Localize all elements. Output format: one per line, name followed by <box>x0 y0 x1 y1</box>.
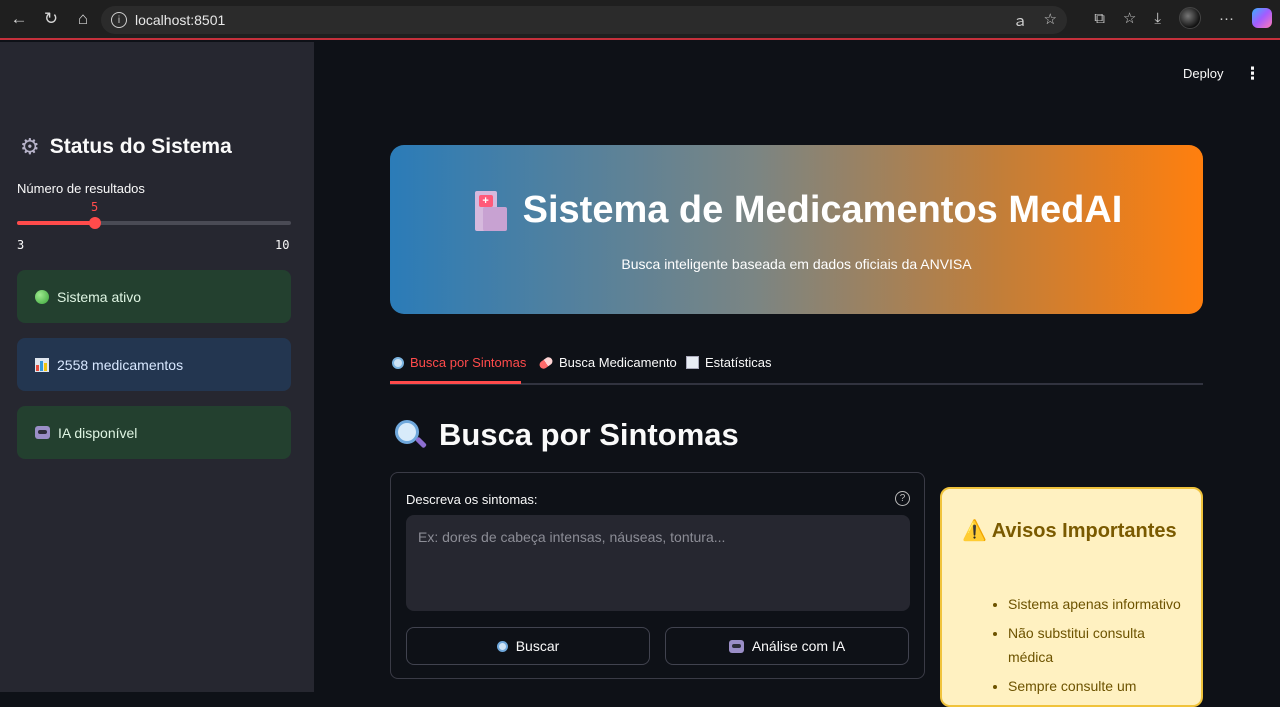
symptom-form: Descreva os sintomas: ? Buscar Análise c… <box>390 472 925 679</box>
hero-banner: + Sistema de Medicamentos MedAI Busca in… <box>390 145 1203 314</box>
slider-label: Número de resultados <box>17 181 145 196</box>
status-text: IA disponível <box>58 424 138 441</box>
tab-label: Busca Medicamento <box>559 355 677 370</box>
gear-icon: ⚙ <box>20 134 40 159</box>
magnifier-icon <box>392 356 404 369</box>
section-title-text: Busca por Sintomas <box>439 417 739 452</box>
tab-label: Estatísticas <box>705 355 772 370</box>
tab-statistics[interactable]: Estatísticas <box>686 355 771 370</box>
address-bar[interactable]: i localhost:8501 ａ ☆ <box>101 6 1067 34</box>
info-icon[interactable]: i <box>111 12 127 28</box>
reload-icon[interactable]: ↻ <box>38 6 64 32</box>
sidebar-title: ⚙ Status do Sistema <box>20 134 232 160</box>
help-icon[interactable]: ? <box>895 491 910 506</box>
slider-value: 5 <box>91 200 99 214</box>
ai-button-label: Análise com IA <box>751 638 846 654</box>
favorites-icon[interactable]: ☆ <box>1123 9 1136 27</box>
slider-min: 3 <box>17 238 25 252</box>
warnings-box: ⚠️ Avisos Importantes Sistema apenas inf… <box>940 487 1203 707</box>
home-icon[interactable]: ⌂ <box>70 6 96 32</box>
ai-analysis-button[interactable]: Análise com IA <box>665 627 909 665</box>
translate-icon[interactable]: ａ <box>1013 10 1028 31</box>
section-title: Busca por Sintomas <box>395 417 739 453</box>
status-medication-count: 2558 medicamentos <box>17 338 291 391</box>
robot-icon <box>35 426 50 439</box>
slider-fill <box>17 221 95 225</box>
trend-chart-icon <box>686 356 699 369</box>
symptoms-textarea[interactable] <box>406 515 910 611</box>
hero-title-text: Sistema de Medicamentos MedAI <box>522 189 1123 231</box>
list-item: Sistema apenas informativo <box>1008 592 1192 616</box>
magnifier-icon <box>496 640 508 652</box>
status-text: 2558 medicamentos <box>57 356 184 373</box>
slider-thumb[interactable] <box>89 217 101 229</box>
back-icon[interactable]: ← <box>6 6 32 32</box>
search-button-label: Buscar <box>515 638 560 654</box>
robot-icon <box>728 639 744 653</box>
symptoms-label: Descreva os sintomas: <box>406 492 538 507</box>
extensions-icon[interactable]: ⧉ <box>1094 10 1105 27</box>
tab-symptom-search[interactable]: Busca por Sintomas <box>392 355 526 370</box>
tab-bar: Busca por Sintomas Busca Medicamento Est… <box>390 345 1203 385</box>
url-text: localhost:8501 <box>135 12 226 28</box>
status-ai-available: IA disponível <box>17 406 291 459</box>
tab-medication-search[interactable]: Busca Medicamento <box>537 355 677 370</box>
sidebar-title-text: Status do Sistema <box>49 135 232 158</box>
green-circle-icon <box>35 289 49 304</box>
warning-icon: ⚠️ <box>962 520 987 542</box>
pill-icon <box>537 355 555 370</box>
status-system-active: Sistema ativo <box>17 270 291 323</box>
magnifier-icon <box>395 420 428 450</box>
slider-max: 10 <box>275 238 290 252</box>
status-text: Sistema ativo <box>57 288 142 305</box>
download-icon[interactable]: ⤓ <box>1154 10 1161 27</box>
warnings-list: Sistema apenas informativo Não substitui… <box>982 592 1192 703</box>
warnings-title: ⚠️ Avisos Importantes <box>962 517 1192 545</box>
profile-avatar[interactable] <box>1179 7 1201 29</box>
copilot-icon[interactable] <box>1252 8 1272 28</box>
list-item: Sempre consulte um <box>1008 674 1192 698</box>
active-tab-indicator <box>390 381 521 384</box>
results-slider[interactable] <box>17 217 291 229</box>
main-menu-icon[interactable]: ⋮ <box>1244 64 1261 84</box>
hospital-icon: + <box>471 190 507 231</box>
warnings-title-text: Avisos Importantes <box>991 520 1177 542</box>
deploy-button[interactable]: Deploy <box>1183 66 1223 81</box>
sidebar: ⚙ Status do Sistema Número de resultados… <box>0 42 314 692</box>
bar-chart-icon <box>35 357 49 372</box>
list-item: Não substitui consulta médica <box>1008 621 1192 669</box>
search-button[interactable]: Buscar <box>406 627 650 665</box>
more-icon[interactable]: ··· <box>1219 10 1234 27</box>
star-icon[interactable]: ☆ <box>1044 10 1057 31</box>
browser-toolbar: ← ↻ ⌂ i localhost:8501 ａ ☆ ⧉ ☆ ⤓ ··· <box>0 0 1280 40</box>
hero-title: + Sistema de Medicamentos MedAI <box>390 189 1203 232</box>
tab-label: Busca por Sintomas <box>410 355 527 370</box>
hero-subtitle: Busca inteligente baseada em dados ofici… <box>621 256 972 272</box>
